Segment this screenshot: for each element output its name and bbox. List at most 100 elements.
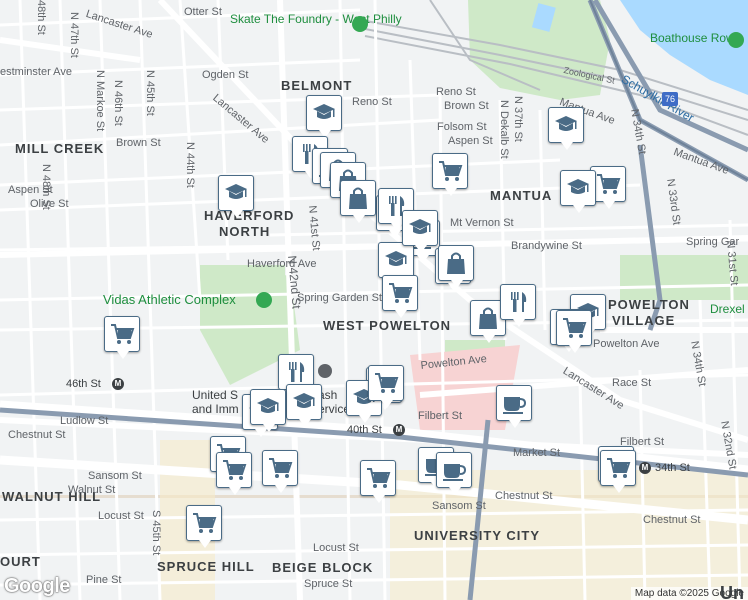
grocery-cart-icon bbox=[439, 161, 463, 181]
neighborhood-belmont: BELMONT bbox=[281, 78, 353, 93]
pin-school-1[interactable] bbox=[306, 95, 342, 138]
street-chestnut-e: Chestnut St bbox=[643, 514, 701, 526]
street-brown-e: Brown St bbox=[444, 100, 489, 112]
school-icon bbox=[385, 251, 407, 266]
store-icon bbox=[479, 307, 497, 329]
street-n45: N 45th St bbox=[144, 70, 156, 116]
station-46th[interactable]: 46th St bbox=[66, 378, 101, 390]
grocery-cart-icon bbox=[193, 513, 217, 533]
street-locust-w: Locust St bbox=[98, 510, 144, 522]
neighborhood-haverford-north-line2: NORTH bbox=[219, 224, 271, 239]
school-icon bbox=[313, 104, 335, 119]
pin-restaurant-4[interactable] bbox=[500, 284, 536, 327]
metro-icon[interactable]: M bbox=[393, 424, 405, 436]
pin-school-4[interactable] bbox=[548, 107, 584, 150]
station-40th[interactable]: 40th St bbox=[347, 424, 382, 436]
street-otter: Otter St bbox=[184, 6, 222, 18]
street-brandywine: Brandywine St bbox=[511, 240, 582, 252]
pin-grocery-12[interactable] bbox=[186, 505, 222, 548]
poi-united-line1[interactable]: United S bbox=[192, 388, 238, 402]
poi-drexel[interactable]: Drexel P bbox=[710, 302, 748, 316]
grocery-cart-icon bbox=[389, 283, 413, 303]
school-icon bbox=[567, 179, 589, 194]
poi-united-line2[interactable]: and Imm bbox=[192, 402, 239, 416]
metro-icon[interactable]: M bbox=[639, 462, 651, 474]
street-westminster: estminster Ave bbox=[0, 66, 72, 78]
pin-school-11[interactable] bbox=[250, 389, 286, 432]
pin-grocery-9[interactable] bbox=[360, 460, 396, 503]
street-n48: N 48th St bbox=[40, 164, 52, 210]
park-marker-icon[interactable] bbox=[728, 32, 744, 48]
street-n37: N 37th St bbox=[512, 96, 524, 142]
grocery-cart-icon bbox=[607, 458, 631, 478]
street-markoe: N Markoe St bbox=[94, 70, 106, 132]
pin-cafe-4[interactable] bbox=[436, 452, 472, 495]
pin-store-6[interactable] bbox=[438, 245, 474, 288]
street-ludlow: Ludlow St bbox=[60, 415, 109, 427]
poi-vidas-athletic[interactable]: Vidas Athletic Complex bbox=[103, 292, 236, 307]
park-marker-icon[interactable] bbox=[256, 292, 272, 308]
street-mt-vernon: Mt Vernon St bbox=[450, 217, 514, 229]
street-folsom: Folsom St bbox=[437, 121, 487, 133]
street-race: Race St bbox=[612, 377, 652, 389]
street-chestnut-m: Chestnut St bbox=[495, 490, 553, 502]
restaurant-icon bbox=[289, 362, 305, 382]
street-dekalb: N Dekalb St bbox=[498, 100, 510, 159]
grocery-cart-icon bbox=[367, 468, 391, 488]
google-logo: Google bbox=[4, 575, 70, 597]
school-icon bbox=[293, 393, 315, 408]
pin-school-2[interactable] bbox=[218, 175, 254, 218]
street-locust-e: Locust St bbox=[313, 542, 359, 554]
metro-icon[interactable]: M bbox=[112, 378, 124, 390]
neighborhood-west-powelton: WEST POWELTON bbox=[323, 318, 452, 333]
pin-school-3[interactable] bbox=[378, 242, 414, 285]
street-n47: N 47th St bbox=[68, 12, 80, 58]
partial-label: Un bbox=[720, 583, 744, 600]
grocery-cart-icon bbox=[111, 324, 135, 344]
pin-grocery-1[interactable] bbox=[432, 153, 468, 196]
pin-grocery-4[interactable] bbox=[104, 316, 140, 359]
street-brown-w: Brown St bbox=[116, 137, 161, 149]
pin-grocery-2[interactable] bbox=[382, 275, 418, 318]
poi-boathouse-row[interactable]: Boathouse Row bbox=[650, 31, 735, 45]
pin-school-5[interactable] bbox=[560, 170, 596, 213]
neighborhood-powelton-village: VILLAGE bbox=[612, 313, 676, 328]
street-s45th: S 45th St bbox=[150, 510, 162, 556]
street-spruce: Spruce St bbox=[304, 578, 353, 590]
pin-grocery-8[interactable] bbox=[262, 450, 298, 493]
neighborhood-spruce-hill: SPRUCE HILL bbox=[157, 559, 255, 574]
highway-76-shield-icon: 76 bbox=[662, 92, 678, 106]
store-icon bbox=[447, 252, 465, 274]
neighborhood-university-city: UNIVERSITY CITY bbox=[414, 528, 541, 543]
street-chestnut-w: Chestnut St bbox=[8, 429, 66, 441]
pin-cafe-5[interactable] bbox=[496, 385, 532, 428]
pin-store-3[interactable] bbox=[340, 180, 376, 223]
street-powelton-e: Powelton Ave bbox=[593, 338, 660, 350]
station-34th[interactable]: 34th St bbox=[655, 462, 690, 474]
street-spring-garden-w: Spring Garden St bbox=[297, 292, 382, 304]
pin-grocery-7[interactable] bbox=[216, 452, 252, 495]
park-marker-icon[interactable] bbox=[352, 16, 368, 32]
neighborhood-court: OURT bbox=[0, 554, 41, 569]
map-canvas[interactable]: BELMONT MILL CREEK HAVERFORD NORTH MANTU… bbox=[0, 0, 748, 600]
street-walnut: Walnut St bbox=[68, 484, 116, 496]
poi-skate-foundry[interactable]: Skate The Foundry - West Philly bbox=[230, 12, 402, 26]
street-n44: N 44th St bbox=[184, 142, 196, 188]
pin-grocery-13[interactable] bbox=[368, 365, 404, 408]
street-48th: 48th St bbox=[35, 0, 47, 35]
grocery-cart-icon bbox=[597, 174, 621, 194]
pin-school-10[interactable] bbox=[402, 210, 438, 253]
store-icon bbox=[349, 187, 367, 209]
grocery-cart-icon bbox=[223, 460, 247, 480]
pin-grocery-11[interactable] bbox=[556, 310, 592, 353]
landmark-icon[interactable] bbox=[318, 364, 332, 378]
cafe-icon bbox=[503, 397, 527, 414]
pin-school-7[interactable] bbox=[286, 384, 322, 427]
street-haverford: Haverford Ave bbox=[247, 258, 317, 270]
pin-grocery-14[interactable] bbox=[600, 450, 636, 493]
neighborhood-mill-creek: MILL CREEK bbox=[15, 141, 105, 156]
street-filbert-w: Filbert St bbox=[418, 410, 463, 422]
neighborhood-beige-block: BEIGE BLOCK bbox=[272, 560, 374, 575]
school-icon bbox=[257, 398, 279, 413]
street-ogden: Ogden St bbox=[202, 69, 249, 81]
